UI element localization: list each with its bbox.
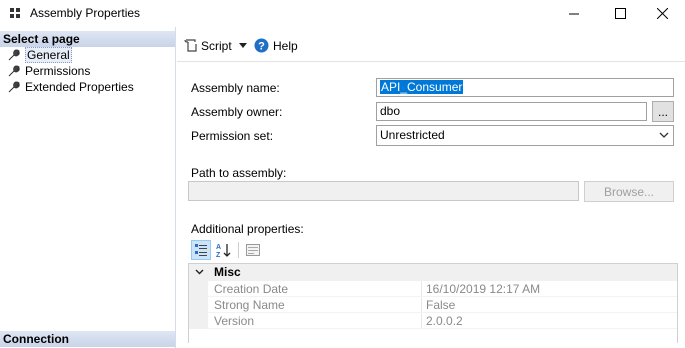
property-name: Version (214, 314, 255, 328)
additional-properties-label: Additional properties: (191, 222, 304, 236)
sidebar-item-extended-properties[interactable]: Extended Properties (7, 79, 134, 94)
close-icon (656, 8, 668, 19)
property-row[interactable]: Creation Date 16/10/2019 12:17 AM (189, 281, 677, 297)
assembly-name-label: Assembly name: (191, 81, 280, 95)
sidebar-item-label: General (25, 46, 72, 63)
script-label: Script (201, 38, 232, 53)
property-name: Strong Name (214, 298, 285, 312)
close-button[interactable] (639, 0, 685, 27)
toolbar-divider (177, 61, 685, 62)
assembly-name-value: API_Consumer (380, 80, 464, 94)
property-pages-button[interactable] (243, 240, 263, 260)
wrench-icon (7, 48, 21, 62)
grid-app-icon (10, 8, 22, 18)
path-to-assembly-field[interactable] (188, 181, 579, 201)
script-dropdown-button[interactable] (237, 37, 249, 54)
property-value: 2.0.0.2 (426, 314, 463, 328)
chevron-down-icon (195, 269, 204, 275)
path-to-assembly-label: Path to assembly: (191, 166, 287, 180)
sort-az-icon: A Z (216, 244, 231, 258)
maximize-icon (614, 8, 626, 19)
owner-browse-button[interactable]: ... (652, 101, 674, 122)
categorized-icon (195, 244, 207, 256)
property-name: Creation Date (214, 282, 289, 296)
minimize-icon (569, 13, 579, 14)
sidebar-item-permissions[interactable]: Permissions (7, 63, 90, 78)
svg-text:A: A (216, 244, 221, 251)
browse-label: Browse... (603, 184, 654, 199)
window-title: Assembly Properties (30, 6, 141, 20)
assembly-owner-value: dbo (380, 104, 401, 118)
help-label: Help (273, 38, 298, 53)
category-label: Misc (214, 265, 241, 279)
svg-text:?: ? (258, 41, 265, 53)
help-button[interactable]: ? Help (254, 37, 298, 54)
sidebar-item-general[interactable]: General (7, 46, 72, 63)
property-value: False (426, 298, 456, 312)
property-value: 16/10/2019 12:17 AM (426, 282, 541, 296)
script-button[interactable]: Script (184, 37, 232, 54)
connection-header: Connection (0, 331, 175, 347)
permission-set-label: Permission set: (191, 129, 274, 143)
sidebar-item-label: Permissions (25, 63, 91, 78)
sidebar-item-label: Extended Properties (25, 79, 134, 94)
alphabetical-sort-button[interactable]: A Z (213, 240, 233, 260)
wrench-icon (7, 80, 21, 94)
browse-button[interactable]: Browse... (584, 181, 674, 202)
assembly-owner-label: Assembly owner: (191, 105, 283, 119)
permission-set-value: Unrestricted (380, 128, 445, 142)
pg-toolbar-divider (238, 242, 239, 258)
assembly-name-field[interactable]: API_Consumer (376, 78, 674, 97)
property-category-misc[interactable]: Misc (189, 264, 677, 281)
chevron-down-icon (239, 43, 247, 48)
assembly-owner-field[interactable]: dbo (376, 102, 647, 121)
property-row[interactable]: Strong Name False (189, 297, 677, 313)
page-selector-panel: Select a page General Permissions Extend… (0, 27, 176, 348)
property-row[interactable]: Version 2.0.0.2 (189, 313, 677, 329)
help-icon: ? (254, 38, 269, 53)
maximize-button[interactable] (597, 0, 643, 27)
chevron-down-icon (659, 132, 669, 138)
minimize-button[interactable] (551, 0, 597, 27)
property-pages-icon (246, 244, 260, 256)
owner-browse-label: ... (657, 104, 668, 119)
wrench-icon (7, 64, 21, 78)
svg-text:Z: Z (216, 252, 221, 258)
select-page-header: Select a page (0, 31, 175, 47)
permission-set-select[interactable]: Unrestricted (376, 125, 674, 146)
categorized-view-button[interactable] (191, 240, 211, 260)
script-icon (184, 39, 197, 52)
